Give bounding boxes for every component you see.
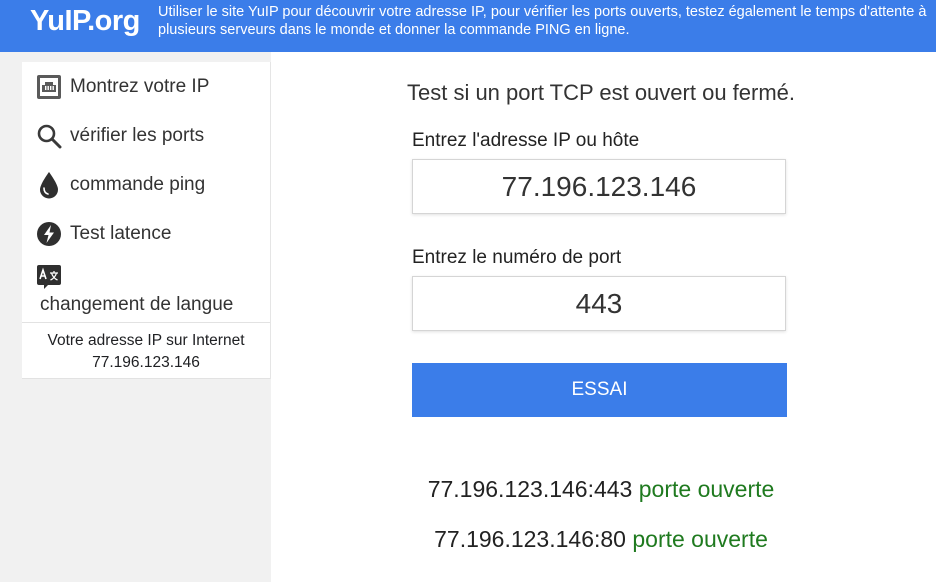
translate-icon: [36, 264, 64, 290]
sidebar-item-language[interactable]: changement de langue: [22, 258, 270, 322]
header-bar: YuIP.org Utiliser le site YuIP pour déco…: [0, 0, 936, 52]
sidebar-item-label: commande ping: [70, 173, 206, 195]
result-status: porte ouverte: [632, 526, 768, 552]
sidebar-item-label: Montrez votre IP: [70, 75, 210, 97]
port-label: Entrez le numéro de port: [412, 247, 622, 268]
sidebar-item-ping[interactable]: commande ping: [22, 160, 270, 209]
drop-icon: [35, 171, 63, 199]
main-content: Test si un port TCP est ouvert ou fermé.…: [271, 52, 936, 582]
sidebar-item-check-ports[interactable]: vérifier les ports: [22, 111, 270, 160]
sidebar: Montrez votre IP vérifier les ports comm…: [22, 62, 271, 379]
lightning-icon: [35, 220, 63, 248]
result-line: 77.196.123.146:80 porte ouverte: [271, 526, 931, 553]
sidebar-item-label: changement de langue: [40, 294, 234, 315]
ip-box-title: Votre adresse IP sur Internet: [47, 332, 245, 349]
host-input[interactable]: [412, 159, 786, 214]
sidebar-item-label: Test latence: [70, 222, 172, 244]
network-icon: [35, 73, 63, 101]
site-tagline: Utiliser le site YuIP pour découvrir vot…: [158, 4, 927, 38]
ip-box-value: 77.196.123.146: [92, 354, 200, 371]
sidebar-item-latency[interactable]: Test latence: [22, 209, 270, 258]
ip-info-box: Votre adresse IP sur Internet 77.196.123…: [22, 322, 270, 379]
result-line: 77.196.123.146:443 porte ouverte: [271, 476, 931, 503]
page-body: Montrez votre IP vérifier les ports comm…: [0, 52, 936, 582]
page-title: Test si un port TCP est ouvert ou fermé.: [406, 80, 796, 105]
port-input[interactable]: [412, 276, 786, 331]
site-logo[interactable]: YuIP.org: [30, 5, 140, 38]
host-label: Entrez l'adresse IP ou hôte: [412, 130, 640, 151]
sidebar-item-label: vérifier les ports: [70, 124, 205, 146]
result-status: porte ouverte: [638, 476, 775, 502]
result-target: 77.196.123.146:443: [427, 476, 633, 502]
test-button[interactable]: ESSAI: [412, 363, 787, 417]
sidebar-item-show-ip[interactable]: Montrez votre IP: [22, 62, 270, 111]
result-target: 77.196.123.146:80: [434, 526, 626, 552]
search-icon: [35, 122, 63, 150]
